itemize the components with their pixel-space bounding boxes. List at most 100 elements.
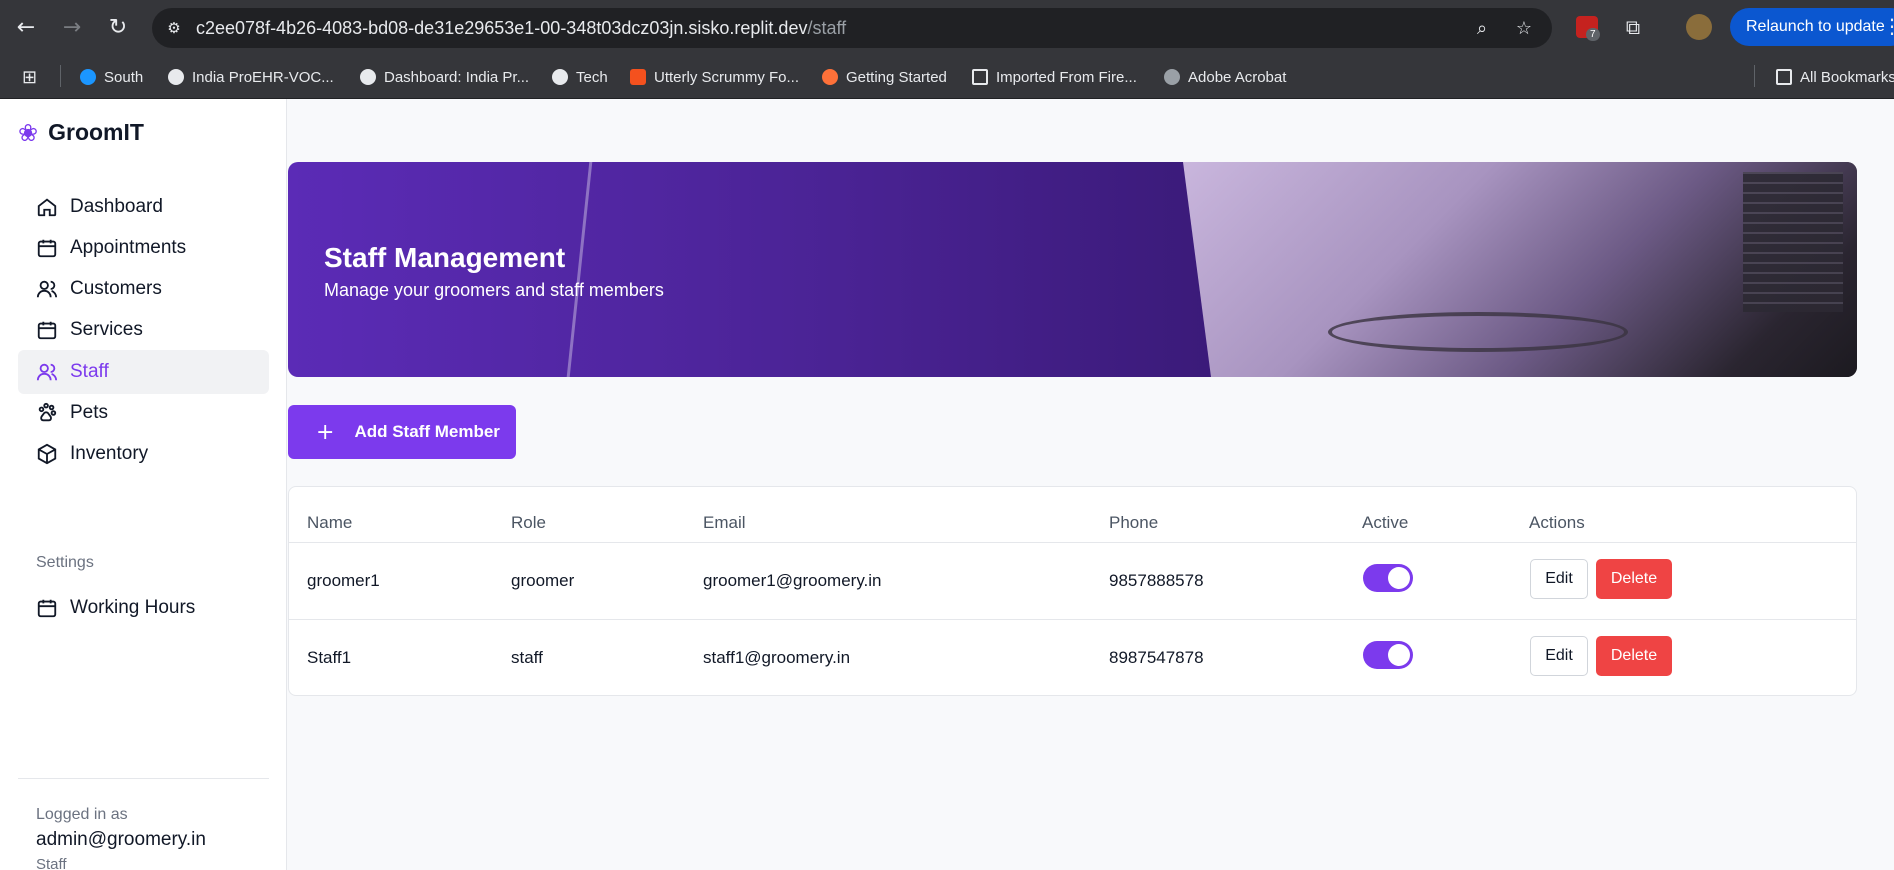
- cable-image: [1328, 312, 1628, 352]
- profile-avatar[interactable]: [1686, 14, 1712, 40]
- bookmark-dashboard[interactable]: Dashboard: India Pr...: [360, 67, 529, 87]
- plus-icon: +: [316, 419, 335, 445]
- bookmark-getting-started[interactable]: Getting Started: [822, 67, 947, 87]
- sidebar-item-label: Inventory: [70, 443, 149, 464]
- site-settings-icon[interactable]: ⚙: [164, 18, 184, 38]
- folder-icon: [972, 69, 988, 85]
- salesforce-cloud-icon: [80, 69, 96, 85]
- back-icon[interactable]: ←: [12, 13, 40, 41]
- cell-email: groomer1@groomery.in: [703, 571, 882, 590]
- url-text[interactable]: c2ee078f-4b26-4083-bd08-de31e29653e1-00-…: [196, 18, 846, 39]
- globe-icon: [1164, 69, 1180, 85]
- address-bar[interactable]: ⚙ c2ee078f-4b26-4083-bd08-de31e29653e1-0…: [152, 8, 1552, 48]
- bookmark-adobe-acrobat[interactable]: Adobe Acrobat: [1164, 67, 1286, 87]
- logged-in-label: Logged in as: [36, 806, 128, 823]
- cell-email: staff1@groomery.in: [703, 648, 851, 667]
- reload-icon[interactable]: ↻: [104, 13, 132, 41]
- add-staff-button[interactable]: + Add Staff Member: [288, 405, 516, 459]
- sidebar-item-services[interactable]: Services: [18, 308, 269, 352]
- cell-name: groomer1: [307, 571, 380, 590]
- extension-badge: 7: [1586, 28, 1600, 41]
- folder-icon: [1776, 69, 1792, 85]
- edit-button[interactable]: Edit: [1530, 559, 1588, 599]
- sidebar-item-label: Customers: [70, 278, 162, 299]
- paw-icon: [36, 402, 58, 424]
- active-toggle[interactable]: [1363, 641, 1413, 669]
- sidebar-item-label: Services: [70, 319, 143, 340]
- relaunch-button[interactable]: Relaunch to update: [1730, 8, 1894, 46]
- cloud-icon: [552, 69, 568, 85]
- package-icon: [36, 443, 58, 465]
- sidebar-item-inventory[interactable]: Inventory: [18, 432, 269, 476]
- bookmark-south[interactable]: South: [80, 67, 143, 87]
- sidebar-item-label: Dashboard: [70, 196, 163, 217]
- zoom-icon[interactable]: ⌕: [1470, 16, 1494, 40]
- calendar-icon: [36, 597, 58, 619]
- settings-section-label: Settings: [36, 554, 94, 571]
- active-toggle[interactable]: [1363, 564, 1413, 592]
- cell-phone: 8987547878: [1109, 648, 1204, 667]
- cell-name: Staff1: [307, 648, 352, 667]
- sidebar-item-working-hours[interactable]: Working Hours: [18, 586, 269, 630]
- cell-role: groomer: [511, 571, 575, 590]
- cell-role: staff: [511, 648, 543, 667]
- sidebar-item-label: Pets: [70, 402, 109, 423]
- brand[interactable]: ❀ GroomIT: [18, 119, 144, 146]
- page-subtitle: Manage your groomers and staff members: [324, 280, 664, 300]
- cloud-icon: [168, 69, 184, 85]
- browser-toolbar: ← → ↻ ⚙ c2ee078f-4b26-4083-bd08-de31e296…: [0, 0, 1894, 55]
- sidebar-item-appointments[interactable]: Appointments: [18, 226, 269, 270]
- main-content: Staff Management Manage your groomers an…: [288, 99, 1894, 870]
- sidebar-divider: [18, 778, 269, 779]
- column-header-email[interactable]: Email: [703, 513, 746, 533]
- bookmark-tech[interactable]: Tech: [552, 67, 608, 87]
- extension-icon[interactable]: 7: [1574, 14, 1600, 41]
- calendar-icon: [36, 237, 58, 259]
- browser-menu-icon[interactable]: ⋮: [1882, 14, 1894, 38]
- logged-in-role: Staff: [36, 856, 67, 870]
- column-header-active[interactable]: Active: [1362, 513, 1408, 533]
- apps-grid-icon[interactable]: ⊞: [22, 67, 37, 87]
- column-header-name[interactable]: Name: [307, 513, 352, 533]
- banner-decoration: [566, 162, 593, 377]
- bookmark-star-icon[interactable]: ☆: [1512, 16, 1536, 40]
- page-banner: Staff Management Manage your groomers an…: [288, 162, 1857, 377]
- sidebar-item-staff[interactable]: Staff: [18, 350, 269, 394]
- firefox-icon: [822, 69, 838, 85]
- cell-phone: 9857888578: [1109, 571, 1204, 590]
- users-icon: [36, 278, 58, 300]
- column-header-role[interactable]: Role: [511, 513, 546, 533]
- paw-logo-icon: ❀: [18, 118, 39, 147]
- table-divider: [289, 619, 1856, 620]
- sidebar-item-pets[interactable]: Pets: [18, 391, 269, 435]
- bookmark-imported[interactable]: Imported From Fire...: [972, 67, 1137, 87]
- page-title: Staff Management: [324, 242, 566, 273]
- brand-name: GroomIT: [48, 119, 144, 145]
- add-staff-label: Add Staff Member: [354, 422, 500, 441]
- calendar-icon: [36, 319, 58, 341]
- column-header-phone[interactable]: Phone: [1109, 513, 1158, 533]
- blogger-icon: [630, 69, 646, 85]
- sidebar-item-label: Appointments: [70, 237, 187, 258]
- edit-button[interactable]: Edit: [1530, 636, 1588, 676]
- sidebar-item-label: Working Hours: [70, 597, 196, 618]
- sidebar: ❀ GroomIT Dashboard Appointments Custome…: [0, 99, 287, 870]
- bookmarks-bar: ⊞ South India ProEHR-VOC... Dashboard: I…: [0, 55, 1894, 99]
- table-divider: [289, 542, 1856, 543]
- bookmark-india-proehr[interactable]: India ProEHR-VOC...: [168, 67, 334, 87]
- home-icon: [36, 196, 58, 218]
- keyboard-image: [1743, 172, 1843, 312]
- bookmark-utterly-scrummy[interactable]: Utterly Scrummy Fo...: [630, 67, 799, 87]
- delete-button[interactable]: Delete: [1596, 636, 1672, 676]
- extensions-puzzle-icon[interactable]: ⧉: [1620, 14, 1646, 40]
- column-header-actions: Actions: [1529, 513, 1585, 532]
- sidebar-item-customers[interactable]: Customers: [18, 267, 269, 311]
- cloud-icon: [360, 69, 376, 85]
- forward-icon[interactable]: →: [58, 13, 86, 41]
- logged-in-user: admin@groomery.in: [36, 829, 206, 850]
- delete-button[interactable]: Delete: [1596, 559, 1672, 599]
- sidebar-item-label: Staff: [70, 361, 109, 382]
- sidebar-item-dashboard[interactable]: Dashboard: [18, 185, 269, 229]
- users-icon: [36, 361, 58, 383]
- all-bookmarks[interactable]: All Bookmarks: [1776, 67, 1894, 87]
